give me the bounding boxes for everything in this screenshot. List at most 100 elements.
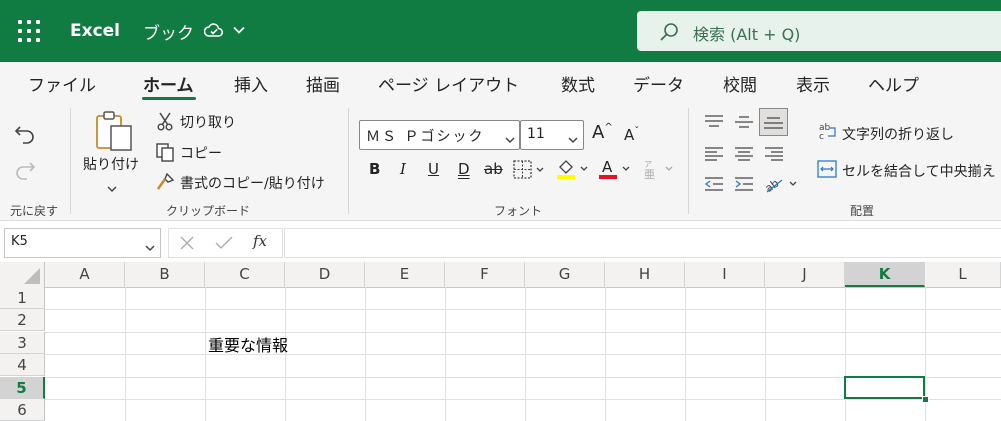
svg-text:ab: ab — [764, 177, 781, 194]
tab-page-layout[interactable]: ページ レイアウト — [378, 71, 519, 96]
gridline — [45, 309, 1001, 310]
column-header[interactable]: G — [525, 262, 605, 287]
phonetic-guide-icon[interactable]: ア亜 — [642, 158, 676, 184]
search-box[interactable]: 検索 (Alt + Q) — [637, 11, 1001, 51]
chevron-down-icon[interactable] — [232, 22, 246, 41]
chevron-down-icon[interactable] — [144, 238, 156, 257]
select-all-button[interactable] — [0, 262, 45, 287]
row-header[interactable]: 6 — [0, 399, 45, 421]
formula-bar: K5 fx — [0, 220, 1001, 263]
row-header[interactable]: 1 — [0, 287, 45, 309]
column-header[interactable]: F — [445, 262, 525, 287]
column-header[interactable]: D — [285, 262, 365, 287]
row-header[interactable]: 4 — [0, 354, 45, 376]
app-launcher-icon[interactable] — [18, 20, 40, 42]
italic-button[interactable]: I — [400, 160, 406, 178]
fill-color-icon[interactable] — [556, 158, 590, 184]
column-header-active[interactable]: K — [845, 262, 925, 287]
name-box-value: K5 — [11, 234, 28, 249]
decrease-indent-icon[interactable] — [704, 176, 724, 196]
strikethrough-button[interactable]: ab — [484, 160, 503, 178]
tab-formulas[interactable]: 数式 — [561, 71, 595, 96]
clipboard-group-label: クリップボード — [166, 204, 251, 218]
font-size-value: 11 — [527, 126, 545, 142]
formula-input[interactable] — [284, 228, 1001, 258]
search-icon — [659, 22, 679, 46]
enter-icon[interactable] — [215, 235, 233, 255]
search-placeholder: 検索 (Alt + Q) — [693, 25, 801, 44]
column-header[interactable]: E — [365, 262, 445, 287]
app-name[interactable]: Excel — [70, 21, 120, 41]
double-underline-button[interactable]: D — [458, 160, 470, 178]
undo-icon[interactable] — [14, 122, 36, 148]
svg-text:A: A — [602, 158, 613, 176]
font-size-select[interactable]: 11 — [520, 120, 584, 150]
tab-help[interactable]: ヘルプ — [868, 71, 919, 96]
tab-review[interactable]: 校閲 — [723, 71, 757, 96]
row-header[interactable]: 2 — [0, 309, 45, 331]
tab-draw[interactable]: 描画 — [306, 71, 340, 96]
redo-icon[interactable] — [14, 158, 36, 184]
align-right-icon[interactable] — [764, 146, 784, 166]
wrap-text-icon[interactable]: ab c — [818, 122, 838, 144]
row-header-active[interactable]: 5 — [0, 377, 45, 399]
cut-icon[interactable] — [156, 111, 174, 135]
separator — [688, 108, 689, 214]
column-header[interactable]: J — [765, 262, 845, 287]
align-left-icon[interactable] — [704, 146, 724, 166]
align-bottom-icon — [764, 117, 783, 129]
borders-icon[interactable] — [513, 160, 545, 184]
tab-file[interactable]: ファイル — [28, 71, 96, 96]
paste-button[interactable]: 貼り付け — [83, 154, 139, 174]
gridline — [45, 354, 1001, 355]
column-header[interactable]: I — [685, 262, 765, 287]
align-bottom-button[interactable] — [759, 108, 788, 136]
underline-button[interactable]: U — [428, 160, 439, 178]
merge-center-button[interactable]: セルを結合して中央揃え — [842, 161, 996, 181]
format-painter-button[interactable]: 書式のコピー/貼り付け — [180, 173, 325, 193]
document-name[interactable]: ブック — [143, 19, 194, 44]
format-painter-icon[interactable] — [155, 172, 175, 196]
active-cell-k5[interactable] — [844, 376, 925, 399]
copy-button[interactable]: コピー — [180, 143, 222, 163]
column-header[interactable]: H — [605, 262, 685, 287]
paste-dropdown-icon[interactable] — [106, 179, 118, 198]
separator — [348, 108, 349, 214]
tab-home[interactable]: ホーム — [143, 71, 194, 96]
cut-button[interactable]: 切り取り — [180, 112, 236, 132]
tab-view[interactable]: 表示 — [796, 71, 830, 96]
column-header[interactable]: L — [925, 262, 1001, 287]
decrease-font-size-icon[interactable]: Aˇ — [624, 126, 639, 144]
row-header[interactable]: 3 — [0, 332, 45, 354]
gridline — [45, 399, 1001, 400]
bold-button[interactable]: B — [369, 160, 380, 178]
wrap-text-button[interactable]: 文字列の折り返し — [842, 124, 954, 144]
paste-icon[interactable] — [95, 110, 133, 156]
orientation-icon[interactable]: ab — [763, 174, 798, 198]
column-header[interactable]: B — [125, 262, 205, 287]
align-middle-icon[interactable] — [734, 114, 754, 134]
align-center-icon[interactable] — [734, 146, 754, 166]
separator — [70, 108, 71, 214]
cancel-icon[interactable] — [179, 235, 195, 255]
fill-handle[interactable] — [922, 396, 929, 403]
column-header[interactable]: C — [205, 262, 285, 287]
increase-indent-icon[interactable] — [734, 176, 754, 196]
alignment-group-label: 配置 — [850, 204, 875, 218]
copy-icon[interactable] — [155, 142, 175, 166]
align-top-icon[interactable] — [704, 114, 724, 134]
tab-insert[interactable]: 挿入 — [234, 71, 268, 96]
svg-text:c: c — [819, 132, 824, 140]
chevron-down-icon — [567, 130, 579, 149]
insert-function-icon[interactable]: fx — [253, 232, 267, 250]
name-box[interactable]: K5 — [4, 228, 161, 258]
ribbon: 元に戻す 貼り付け 切り取り コピー 書式のコピー/貼り付け クリップボード Ｍ… — [0, 102, 1001, 220]
column-header[interactable]: A — [45, 262, 125, 287]
tab-data[interactable]: データ — [633, 71, 684, 96]
increase-font-size-icon[interactable]: A^ — [592, 122, 613, 143]
font-name-select[interactable]: ＭＳ Ｐゴシック — [359, 120, 520, 150]
worksheet-grid: A B C D E F G H I J K L 1 2 3 4 5 6 重要な情… — [0, 262, 1001, 421]
cell-c3[interactable]: 重要な情報 — [208, 332, 288, 356]
merge-center-icon[interactable] — [817, 160, 837, 182]
font-color-icon[interactable]: A — [598, 158, 632, 184]
